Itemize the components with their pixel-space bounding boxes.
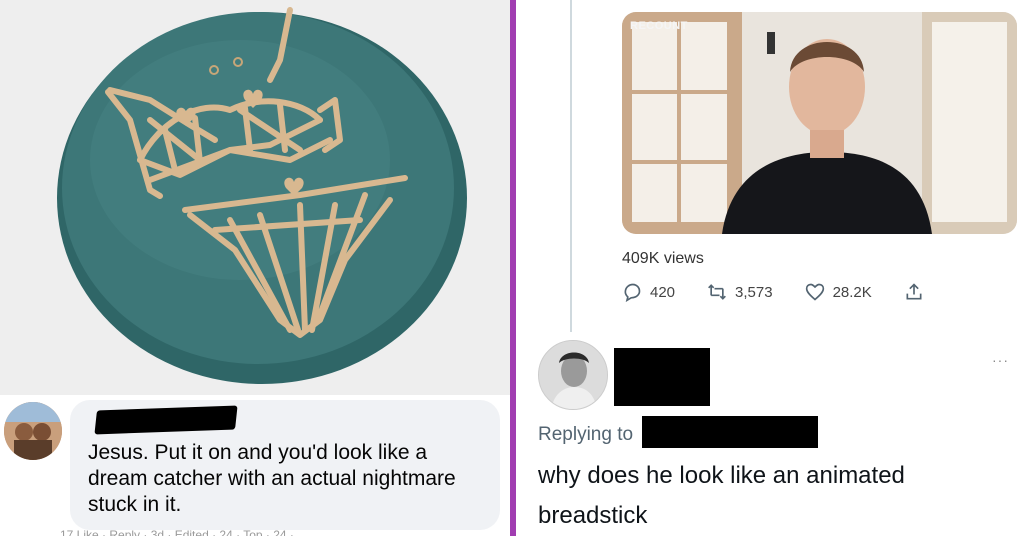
view-count: 409K views bbox=[622, 250, 704, 267]
reply-action[interactable]: 420 bbox=[622, 282, 675, 302]
replying-to-label: Replying to bbox=[538, 424, 634, 445]
comment-meta-cutoff: 17 Like · Reply · 3d · Edited · 24 · Top… bbox=[60, 528, 294, 536]
lingerie-photo bbox=[0, 0, 510, 395]
video-watermark-logo: RECOUNT bbox=[630, 20, 688, 32]
redacted-reply-handle bbox=[642, 416, 818, 448]
reply-icon bbox=[624, 283, 641, 302]
retweet-icon bbox=[708, 284, 726, 300]
share-icon bbox=[906, 283, 922, 300]
comment-text: Jesus. Put it on and you'd look like a d… bbox=[88, 441, 456, 516]
like-count: 28.2K bbox=[832, 283, 872, 301]
tweet-panel: RECOUNT 409K views 420 3,573 28.2K ··· R… bbox=[516, 0, 1024, 536]
redacted-replier-name bbox=[614, 348, 710, 406]
replier-avatar[interactable] bbox=[538, 340, 608, 410]
commenter-avatar[interactable] bbox=[4, 402, 62, 460]
avatar-photo bbox=[4, 402, 62, 460]
like-action[interactable]: 28.2K bbox=[805, 282, 872, 302]
thread-line bbox=[570, 0, 572, 332]
facebook-comment-panel: Jesus. Put it on and you'd look like a d… bbox=[0, 0, 510, 536]
retweet-count: 3,573 bbox=[735, 283, 773, 301]
heart-icon bbox=[805, 283, 824, 301]
more-options-icon[interactable]: ··· bbox=[992, 352, 1009, 368]
share-action[interactable] bbox=[904, 282, 924, 302]
photo-illustration bbox=[0, 0, 510, 395]
redacted-commenter-name bbox=[94, 405, 238, 435]
video-frame bbox=[622, 12, 1017, 234]
meme-collage: Jesus. Put it on and you'd look like a d… bbox=[0, 0, 1024, 536]
tweet-actions: 420 3,573 28.2K bbox=[622, 282, 956, 302]
avatar-photo bbox=[539, 341, 607, 409]
reply-count: 420 bbox=[650, 283, 676, 301]
video-thumbnail[interactable]: RECOUNT bbox=[622, 12, 1017, 234]
tweet-text: why does he look like an animated breads… bbox=[538, 462, 905, 529]
retweet-action[interactable]: 3,573 bbox=[707, 282, 773, 302]
